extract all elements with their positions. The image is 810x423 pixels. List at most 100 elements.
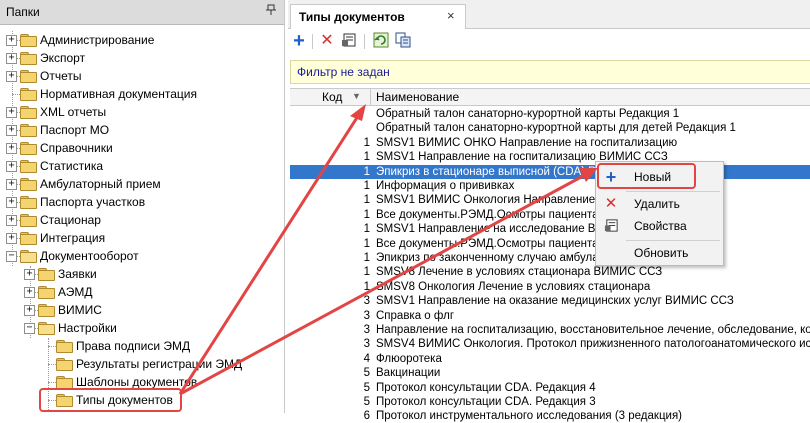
table-row[interactable]: 1 SMSV1 Направление на госпитализацию ВИМ… [290,150,810,164]
table-row[interactable]: 3 Направление на госпитализацию, восстано… [290,323,810,337]
cell-code: 5 [363,396,370,408]
tree-item[interactable]: + Интеграция [0,229,284,247]
filter-bar[interactable]: Фильтр не задан [290,60,810,84]
folders-panel-header: Папки [0,0,284,25]
expand-icon[interactable]: + [6,161,17,172]
table-row[interactable]: 1 Информация о прививках [290,179,810,193]
properties-button[interactable] [340,32,358,50]
add-button[interactable]: + [290,31,308,51]
tree-item[interactable]: + Паспорта участков [0,193,284,211]
tree-item-label: АЭМД [58,285,93,299]
table-row[interactable]: 1 SMSV1 ВИМИС Онкология Направление на ис… [290,193,810,207]
expand-icon[interactable]: + [6,233,17,244]
tree-item[interactable]: + Справочники [0,139,284,157]
tree-item[interactable]: + Администрирование [0,31,284,49]
cell-code: 3 [363,309,370,322]
tree-item[interactable]: + XML отчеты [0,103,284,121]
context-menu-properties[interactable]: Свойства [596,215,723,237]
toolbar-separator [364,34,365,49]
table-row[interactable]: 1 Все документы.РЭМД.Осмотры пациента в с… [290,208,810,222]
tree-item[interactable]: + АЭМД [0,283,284,301]
pin-icon[interactable] [266,4,276,19]
tree-item[interactable]: + Паспорт МО [0,121,284,139]
table-row[interactable]: 1 Все документы.РЭМД.Осмотры пациента в с… [290,237,810,251]
cell-name: Протокол инструментального исследования … [376,410,683,423]
expand-icon[interactable]: + [6,125,17,136]
expand-icon[interactable]: + [6,35,17,46]
delete-button[interactable]: ✕ [318,32,336,50]
expand-icon[interactable]: + [24,269,35,280]
tree-item[interactable]: + Статистика [0,157,284,175]
tree-item-label: Отчеты [40,69,82,83]
tree-item[interactable]: − Документооборот [0,247,284,265]
expand-icon[interactable]: + [6,215,17,226]
collapse-icon[interactable]: − [24,323,35,334]
cell-name: SMSV1 ВИМИС ОНКО Направление на госпитал… [376,136,678,149]
table-row[interactable]: 5 Протокол консультации CDA. Редакция 3 [290,395,810,409]
tree-item[interactable]: + ВИМИС [0,301,284,319]
refresh-button[interactable] [372,32,390,50]
close-icon[interactable]: × [447,8,455,23]
cell-code: 1 [363,237,370,250]
table-row[interactable]: 1 SMSV8 Онкология Лечение в условиях стац… [290,280,810,294]
folder-icon [20,196,37,209]
table-row-selected[interactable]: 1 Эпикриз в стационаре выписной (CDA) Ред… [290,164,810,179]
context-menu-label: Обновить [634,246,689,260]
tree-item[interactable]: + Отчеты [0,67,284,85]
tree-item-label: Права подписи ЭМД [76,339,191,353]
tree-item[interactable]: Права подписи ЭМД [0,337,284,355]
expand-icon[interactable]: + [6,179,17,190]
context-menu-delete[interactable]: ✕ Удалить [596,193,723,215]
tree-item[interactable]: + Заявки [0,265,284,283]
expand-icon[interactable]: + [6,53,17,64]
folder-icon [20,70,37,83]
tree-item-label: Паспорт МО [40,123,110,137]
cell-code: 1 [363,136,370,149]
refresh-icon [373,32,389,48]
table-row[interactable]: 4 Флюоротека [290,352,810,366]
folder-icon [20,34,37,47]
tree-item[interactable]: + Стационар [0,211,284,229]
filter-status[interactable]: Фильтр не задан [297,65,390,79]
folder-icon [38,304,55,317]
table-row[interactable]: 6 Протокол инструментального исследования… [290,409,810,423]
tree-item[interactable]: + Амбулаторный прием [0,175,284,193]
context-menu-label: Удалить [634,197,680,211]
expand-icon[interactable]: + [6,71,17,82]
tree-item[interactable]: + Экспорт [0,49,284,67]
column-header-name[interactable]: Наименование [376,90,459,104]
copy-button[interactable] [394,32,412,50]
tree-item-label: Экспорт [40,51,86,65]
column-header-code[interactable]: Код [322,90,342,104]
folder-icon [20,178,37,191]
table-row[interactable]: 1 SMSV1 ВИМИС ОНКО Направление на госпита… [290,136,810,150]
table-row[interactable]: 1 SMSV8 Лечение в условиях стационара ВИМ… [290,265,810,279]
table-row[interactable]: Обратный талон санаторно-курортной карты… [290,121,810,135]
expand-icon[interactable]: + [6,143,17,154]
expand-icon[interactable]: + [6,107,17,118]
tab-document-types[interactable]: Типы документов × [290,4,466,29]
expand-icon[interactable]: + [6,197,17,208]
table-row[interactable]: 5 Вакцинации [290,366,810,380]
table-row[interactable]: 3 Справка о флг [290,309,810,323]
table-row[interactable]: 5 Протокол консультации CDA. Редакция 4 [290,381,810,395]
expand-icon[interactable]: + [24,305,35,316]
cell-code: 5 [363,381,370,394]
tree-item[interactable]: Результаты регистрации ЭМД [0,355,284,373]
collapse-icon[interactable]: − [6,251,17,262]
table-row[interactable]: 1 Эпикриз по законченному случаю амбулато… [290,251,810,265]
cell-code: 6 [363,410,370,423]
table-row[interactable]: 3 SMSV1 Направление на оказание медицинск… [290,294,810,308]
expand-icon[interactable]: + [24,287,35,298]
table-row[interactable]: 1 SMSV1 Направление на исследование ВИМИС… [290,222,810,236]
tree-item[interactable]: − Настройки [0,319,284,337]
properties-icon [342,33,356,47]
tree-item-label: Статистика [40,159,104,173]
column-divider[interactable] [370,89,371,105]
folder-icon [20,142,37,155]
context-menu-refresh[interactable]: Обновить [596,242,723,264]
table-row[interactable]: Обратный талон санаторно-курортной карты… [290,107,810,121]
cell-code: 3 [363,338,370,351]
table-row[interactable]: 3 SMSV4 ВИМИС Онкология. Протокол прижизн… [290,337,810,351]
tree-item[interactable]: Нормативная документация [0,85,284,103]
